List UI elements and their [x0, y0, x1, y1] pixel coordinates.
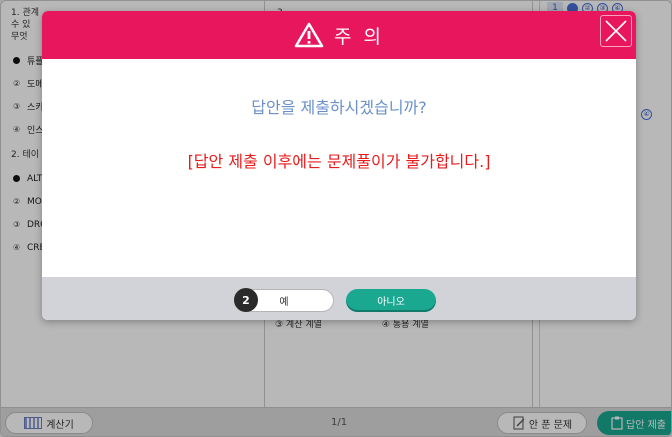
no-button[interactable]: 아니오 [346, 289, 436, 312]
confirm-question: 답안을 제출하시겠습니까? [251, 98, 427, 117]
dialog-body: 답안을 제출하시겠습니까? [답안 제출 이후에는 문제풀이가 불가합니다.] [42, 59, 636, 277]
close-icon [605, 20, 627, 42]
dialog-header: 주 의 [42, 11, 636, 59]
dialog-footer: 예 2 아니오 [42, 277, 636, 320]
confirm-dialog: 주 의 답안을 제출하시겠습니까? [답안 제출 이후에는 문제풀이가 불가합니… [42, 11, 636, 320]
no-label: 아니오 [377, 297, 405, 308]
yes-label: 예 [279, 297, 289, 308]
close-button[interactable] [600, 15, 632, 47]
shortcut-badge: 2 [234, 288, 258, 312]
dialog-title: 주 의 [334, 25, 384, 48]
warning-icon [294, 22, 324, 48]
warning-message: [답안 제출 이후에는 문제풀이가 불가합니다.] [187, 152, 491, 171]
